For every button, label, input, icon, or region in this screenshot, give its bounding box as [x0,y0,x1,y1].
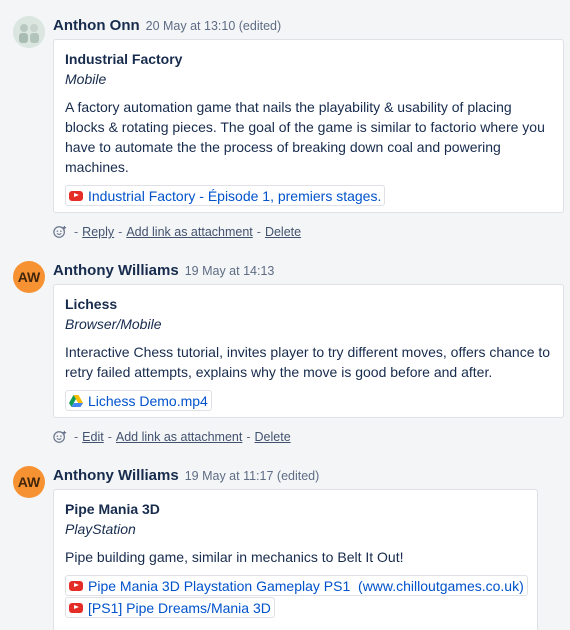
author-name[interactable]: Anthony Williams [53,467,179,484]
card-title: Pipe Mania 3D [65,501,160,517]
card-title: Industrial Factory [65,51,183,67]
card-description: Pipe building game, similar in mechanics… [65,549,404,565]
youtube-icon [69,190,83,201]
separator: - [256,225,261,239]
comment-date[interactable]: 19 May at 14:13 [185,264,275,278]
avatar-photo-icon [13,16,45,48]
attachment-link-label: Pipe Mania 3D Playstation Gameplay PS1 (… [88,577,524,594]
comment-date[interactable]: 19 May at 11:17 (edited) [185,469,320,483]
add-link-attachment-button[interactable]: Add link as attachment [116,430,242,444]
add-link-attachment-button[interactable]: Add link as attachment [126,225,252,239]
comment-card: Lichess Browser/Mobile Interactive Chess… [53,284,564,418]
attachment-link[interactable]: [PS1] Pipe Dreams/Mania 3D [65,597,275,618]
delete-button[interactable]: Delete [255,430,291,444]
separator: - [246,430,251,444]
attachment-link[interactable]: Pipe Mania 3D Playstation Gameplay PS1 (… [65,575,528,596]
attachment-link-label: Industrial Factory - Épisode 1, premiers… [88,187,382,204]
comment-actions: - Edit - Add link as attachment - Delete [53,430,291,444]
comment-actions: - Reply - Add link as attachment - Delet… [53,225,301,239]
attachment-link[interactable]: Lichess Demo.mp4 [65,390,212,411]
card-title: Lichess [65,296,118,312]
separator: - [74,430,79,444]
add-reaction-icon[interactable] [53,225,67,239]
author-name[interactable]: Anthony Williams [53,262,179,279]
comment-card: Industrial Factory Mobile A factory auto… [53,39,564,213]
reply-button[interactable]: Reply [82,225,114,239]
comment-card: Pipe Mania 3D PlayStation Pipe building … [53,489,538,630]
card-description: A factory automation game that nails the… [65,99,545,175]
comment-date[interactable]: 20 May at 13:10 (edited) [146,19,282,33]
delete-button[interactable]: Delete [265,225,301,239]
comment-header: Anthony Williams 19 May at 11:17 (edited) [53,467,319,485]
separator: - [74,225,79,239]
card-platform: PlayStation [65,521,136,537]
card-platform: Browser/Mobile [65,316,162,332]
youtube-icon [69,580,83,591]
add-reaction-icon[interactable] [53,430,67,444]
attachment-links: Industrial Factory - Épisode 1, premiers… [65,185,552,206]
attachment-links: Pipe Mania 3D Playstation Gameplay PS1 (… [65,575,528,618]
author-name[interactable]: Anthon Onn [53,17,140,34]
youtube-icon [69,602,83,613]
card-platform: Mobile [65,71,107,87]
google-drive-icon [69,394,83,407]
attachment-link-label: [PS1] Pipe Dreams/Mania 3D [88,599,271,616]
card-description: Interactive Chess tutorial, invites play… [65,344,551,380]
avatar[interactable]: AW [13,261,45,293]
comment-header: Anthon Onn 20 May at 13:10 (edited) [53,17,281,35]
attachment-link-label: Lichess Demo.mp4 [88,392,208,409]
avatar[interactable] [13,16,45,48]
separator: - [107,430,112,444]
edit-button[interactable]: Edit [82,430,104,444]
comment-header: Anthony Williams 19 May at 14:13 [53,262,274,280]
separator: - [118,225,123,239]
attachment-link[interactable]: Industrial Factory - Épisode 1, premiers… [65,185,386,206]
avatar[interactable]: AW [13,466,45,498]
attachment-links: Lichess Demo.mp4 [65,390,552,412]
